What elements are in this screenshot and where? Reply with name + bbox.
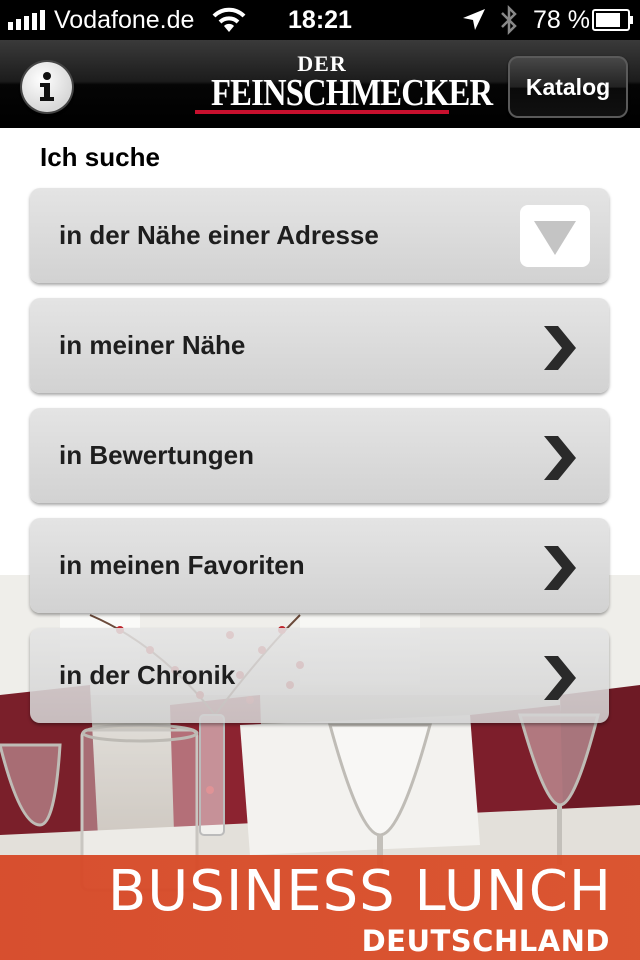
banner-title: BUSINESS LUNCH [107, 859, 612, 924]
search-ratings-button[interactable]: in Bewertungen [30, 408, 609, 503]
chevron-right-icon [544, 656, 576, 700]
status-bar: Vodafone.de 18:21 78 % [0, 0, 640, 40]
menu-item-label: in der Nähe einer Adresse [59, 220, 379, 250]
feinschmecker-logo: DER FEINSCHMECKER [193, 51, 493, 120]
menu-item-label: in meiner Nähe [59, 330, 246, 360]
search-near-address-button[interactable]: in der Nähe einer Adresse [30, 188, 609, 283]
location-icon [463, 9, 485, 30]
navigation-bar: DER FEINSCHMECKER Katalog [0, 40, 640, 128]
chevron-right-icon [544, 546, 576, 590]
business-lunch-banner: BUSINESS LUNCH DEUTSCHLAND [0, 855, 640, 960]
search-heading: Ich suche [40, 142, 160, 172]
logo-der: DER [297, 51, 347, 76]
dropdown-arrow-icon [534, 221, 576, 255]
menu-item-label: in Bewertungen [59, 440, 255, 470]
banner-subtitle: DEUTSCHLAND [361, 924, 610, 958]
battery-percentage: 78 % [533, 6, 590, 34]
dropdown-toggle[interactable] [520, 205, 590, 267]
menu-item-label: in meinen Favoriten [59, 550, 305, 580]
info-icon [40, 72, 54, 101]
bluetooth-icon [501, 4, 517, 36]
chevron-right-icon [544, 436, 576, 480]
search-history-button[interactable]: in der Chronik [30, 628, 609, 723]
logo-brand: FEINSCHMECKER [211, 72, 493, 114]
search-favorites-button[interactable]: in meinen Favoriten [30, 518, 609, 613]
info-button[interactable] [22, 62, 72, 112]
menu-item-label: in der Chronik [59, 660, 236, 690]
logo-underline [195, 110, 449, 114]
katalog-button[interactable]: Katalog [508, 56, 628, 118]
chevron-right-icon [544, 326, 576, 370]
search-nearby-button[interactable]: in meiner Nähe [30, 298, 609, 393]
battery-icon [592, 9, 633, 31]
clock: 18:21 [288, 6, 352, 34]
